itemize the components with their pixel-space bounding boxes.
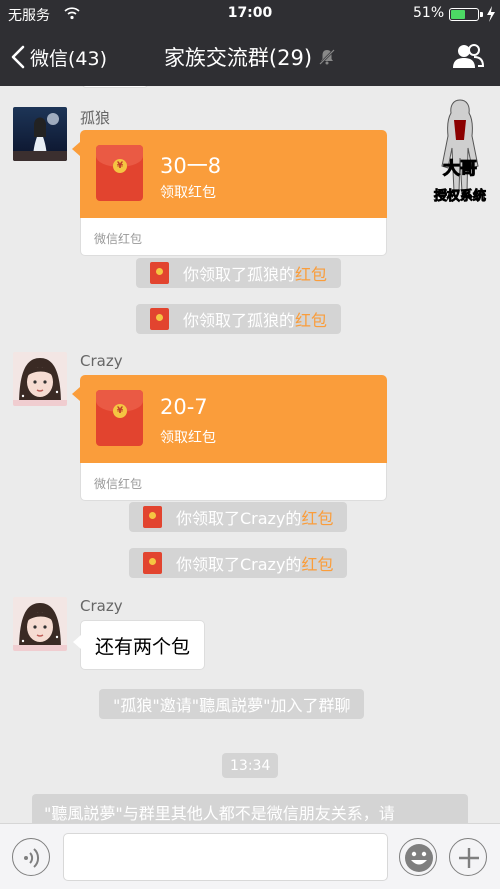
message-input[interactable] <box>63 833 388 881</box>
system-message: 你领取了孤狼的 红包 <box>136 304 342 334</box>
nav-bar: 微信(43) 家族交流群(29) <box>0 28 500 86</box>
red-packet-link[interactable]: 红包 <box>295 261 327 285</box>
red-packet-action: 领取红包 <box>160 430 216 446</box>
red-packet-greeting: 20-7 <box>160 395 208 419</box>
sender-name: 孤狼 <box>80 109 111 127</box>
red-packet-footer: 微信红包 <box>80 463 387 501</box>
system-message: 你领取了孤狼的 红包 <box>136 258 342 288</box>
voice-input-button[interactable] <box>12 838 50 876</box>
red-packet-link[interactable]: 红包 <box>301 505 333 529</box>
charging-icon <box>487 6 495 22</box>
voice-icon <box>24 848 40 868</box>
system-message: "聽風説夢"与群里其他人都不是微信朋友关系，请 <box>32 794 468 823</box>
system-message: "孤狼"邀请"聽風説夢"加入了群聊 <box>99 689 365 719</box>
more-button[interactable] <box>449 838 487 876</box>
status-bar: 无服务 17:00 51% <box>0 0 500 28</box>
chat-title-text: 家族交流群(29) <box>163 46 313 70</box>
mute-icon <box>319 49 335 65</box>
system-message: 你领取了Crazy的 红包 <box>129 548 348 578</box>
timestamp: 13:34 <box>222 753 279 778</box>
system-text: 你领取了Crazy的 <box>176 555 302 574</box>
chat-area[interactable]: 孤狼 ¥ 30一8 领取红包 微信红包 大哥 授权系统 你领取了孤狼的 红包 你领… <box>0 86 500 823</box>
bubble-tail <box>73 635 81 649</box>
message-text: 还有两个包 <box>95 635 191 658</box>
red-envelope-icon: ¥ <box>96 390 143 446</box>
text-message-bubble[interactable]: 还有两个包 <box>73 620 206 670</box>
emoji-button[interactable] <box>399 838 437 876</box>
red-packet-link[interactable]: 红包 <box>301 551 333 575</box>
overlay-sticker: 大哥 授权系统 <box>434 99 486 204</box>
red-packet-footer: 微信红包 <box>80 218 387 256</box>
group-members-icon[interactable] <box>452 42 484 70</box>
red-envelope-icon <box>150 308 169 330</box>
red-envelope-icon <box>143 552 162 574</box>
red-packet-greeting: 30一8 <box>160 154 222 178</box>
system-text: 你领取了孤狼的 <box>183 265 296 284</box>
system-text: "孤狼"邀请"聽風説夢"加入了群聊 <box>113 696 351 715</box>
bubble-tail <box>72 387 80 401</box>
battery-icon <box>449 8 479 21</box>
overlay-caption-top: 大哥 <box>443 158 477 179</box>
avatar[interactable] <box>13 107 67 161</box>
battery-percent: 51% <box>413 5 445 21</box>
avatar[interactable] <box>13 352 67 406</box>
system-text: "聽風説夢"与群里其他人都不是微信朋友关系，请 <box>44 804 395 823</box>
bubble-tail <box>72 142 80 156</box>
previous-message-edge <box>82 86 148 88</box>
chat-title: 家族交流群(29) <box>0 42 500 72</box>
red-packet-card[interactable]: ¥ 20-7 领取红包 微信红包 <box>72 375 387 501</box>
system-text: 你领取了Crazy的 <box>176 509 302 528</box>
red-packet-card[interactable]: ¥ 30一8 领取红包 微信红包 <box>72 130 387 256</box>
battery-tip <box>480 12 483 17</box>
overlay-caption-bottom: 授权系统 <box>434 188 486 204</box>
red-envelope-icon: ¥ <box>96 145 143 201</box>
red-packet-action: 领取红包 <box>160 185 216 201</box>
plus-icon <box>459 848 479 868</box>
sender-name: Crazy <box>80 352 123 370</box>
system-message: 你领取了Crazy的 红包 <box>129 502 348 532</box>
red-packet-footer-label: 微信红包 <box>94 232 143 246</box>
input-bar <box>0 823 500 889</box>
system-text: 你领取了孤狼的 <box>183 311 296 330</box>
red-envelope-icon <box>150 262 169 284</box>
red-envelope-icon <box>143 506 162 528</box>
avatar[interactable] <box>13 597 67 651</box>
timestamp-text: 13:34 <box>230 757 271 774</box>
red-packet-link[interactable]: 红包 <box>295 307 327 331</box>
red-packet-footer-label: 微信红包 <box>94 477 143 491</box>
emoji-icon <box>405 844 433 872</box>
sender-name: Crazy <box>80 597 123 615</box>
